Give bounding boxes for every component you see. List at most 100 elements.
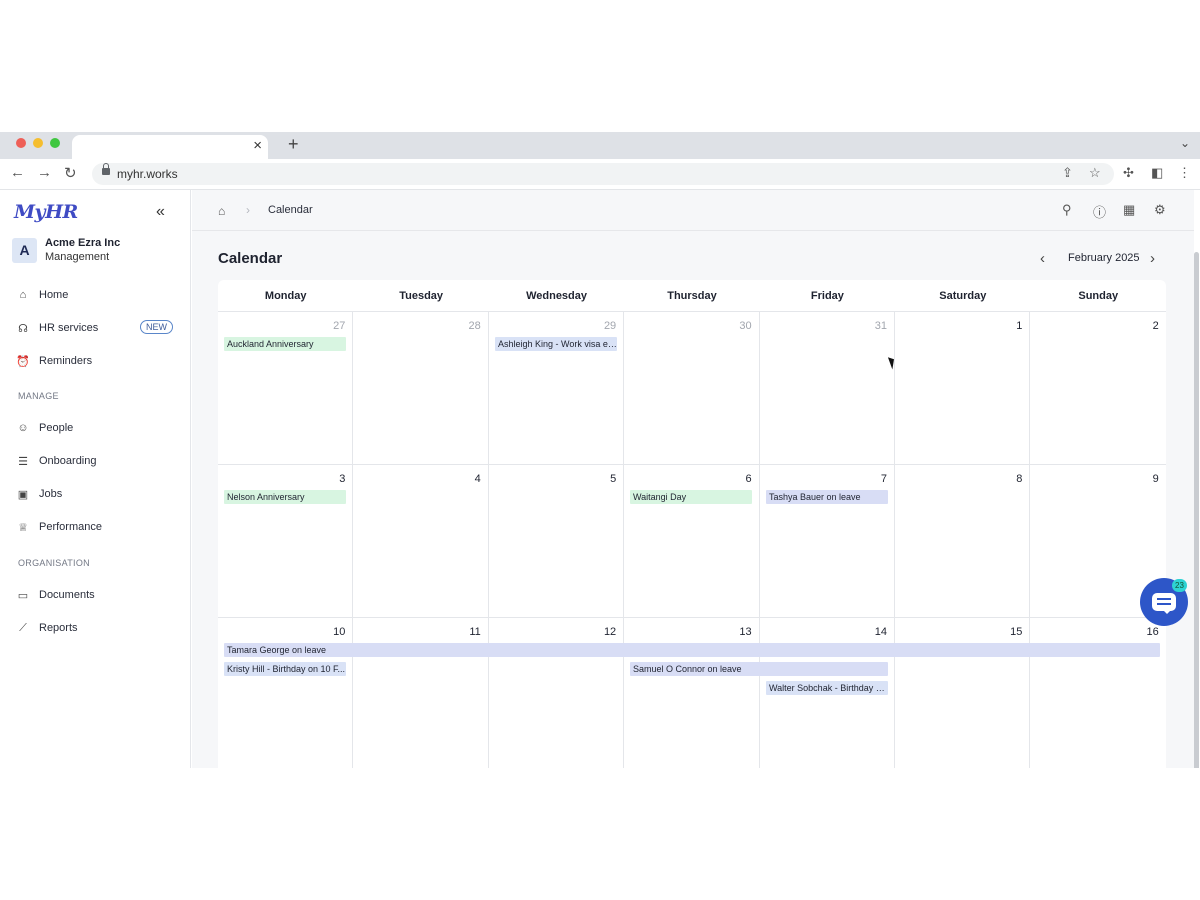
scrollbar-thumb[interactable] <box>1194 252 1199 768</box>
day-cell[interactable]: 10 <box>218 618 354 768</box>
day-cell[interactable]: 13 <box>624 618 760 768</box>
day-cell[interactable]: 15 <box>895 618 1031 768</box>
myhr-logo[interactable]: MyHR <box>14 201 78 223</box>
reload-icon[interactable]: ↻ <box>64 164 77 182</box>
calendar-icon[interactable]: ▦ <box>1123 202 1135 218</box>
day-cell[interactable]: 4 <box>353 465 489 618</box>
day-cell[interactable]: 5 <box>489 465 625 618</box>
side-panel-icon[interactable]: ◧ <box>1151 165 1163 181</box>
folder-icon: ▭ <box>17 589 29 602</box>
day-number: 4 <box>474 473 481 485</box>
calendar-week: 27 28 29 30 31 1 2 Auckland Anniversary … <box>218 312 1166 465</box>
alarm-clock-icon: ⏰ <box>16 355 30 368</box>
day-cell[interactable]: 31 <box>760 312 895 465</box>
help-icon[interactable]: ⓘ <box>1093 202 1106 221</box>
weekday-header: Thursday <box>667 290 717 302</box>
sidebar: MyHR « A Acme Ezra Inc Management ⌂ Home… <box>0 190 191 768</box>
day-number: 31 <box>874 320 887 332</box>
org-switcher[interactable]: A Acme Ezra Inc Management <box>12 237 120 263</box>
event-tamara-george-leave[interactable]: Tamara George on leave <box>224 643 1160 657</box>
window-controls <box>16 138 60 148</box>
sidebar-item-label: Home <box>39 289 69 301</box>
day-cell[interactable]: 3 <box>218 465 354 618</box>
day-cell[interactable]: 28 <box>353 312 489 465</box>
day-cell[interactable]: 1 <box>895 312 1031 465</box>
event-kristy-hill-birthday[interactable]: Kristy Hill - Birthday on 10 F... <box>224 662 346 676</box>
event-nelson-anniversary[interactable]: Nelson Anniversary <box>224 490 346 504</box>
day-number: 1 <box>1016 320 1023 332</box>
day-number: 15 <box>1010 626 1023 638</box>
top-bar: ⌂ › Calendar ⚲ ⓘ ▦ ⚙ <box>192 190 1194 231</box>
day-cell[interactable]: 27 <box>218 312 354 465</box>
share-icon[interactable]: ⇪ <box>1062 165 1073 181</box>
day-number: 12 <box>603 626 617 638</box>
previous-month-icon[interactable]: ‹ <box>1040 250 1045 267</box>
bookmark-star-icon[interactable]: ☆ <box>1089 165 1101 181</box>
maximize-window-button[interactable] <box>50 138 60 148</box>
calendar-week: 3 4 5 6 7 8 9 Nelson Anniversary Waitang… <box>218 465 1166 618</box>
sidebar-item-home[interactable]: ⌂ Home <box>17 285 177 305</box>
day-cell[interactable]: 2 <box>1030 312 1165 465</box>
minimize-window-button[interactable] <box>33 138 43 148</box>
close-window-button[interactable] <box>16 138 26 148</box>
new-tab-icon[interactable]: + <box>288 134 299 155</box>
sidebar-item-onboarding[interactable]: ☰ Onboarding <box>17 451 177 471</box>
day-number: 11 <box>469 626 481 638</box>
day-number: 10 <box>333 626 346 638</box>
sidebar-item-jobs[interactable]: ▣ Jobs <box>17 484 177 504</box>
day-number: 30 <box>739 320 752 332</box>
event-walter-sobchak-birthday[interactable]: Walter Sobchak - Birthday o... <box>766 681 888 695</box>
day-cell[interactable]: 16 <box>1030 618 1165 768</box>
breadcrumb-separator-icon: › <box>246 203 250 217</box>
breadcrumb-home-icon[interactable]: ⌂ <box>218 204 225 218</box>
page-scrollbar[interactable] <box>1194 248 1200 768</box>
weekday-header: Monday <box>264 290 307 302</box>
close-tab-icon[interactable]: × <box>253 137 262 154</box>
event-auckland-anniversary[interactable]: Auckland Anniversary <box>224 337 346 351</box>
event-ashleigh-king-visa[interactable]: Ashleigh King - Work visa ex... <box>495 337 617 351</box>
day-cell[interactable]: 6 <box>624 465 760 618</box>
myhr-app: MyHR « A Acme Ezra Inc Management ⌂ Home… <box>0 190 1200 768</box>
event-tashya-bauer-leave[interactable]: Tashya Bauer on leave <box>766 490 888 504</box>
day-cell[interactable]: 29 <box>489 312 625 465</box>
next-month-icon[interactable]: › <box>1150 250 1155 267</box>
day-cell[interactable]: 11 <box>353 618 489 768</box>
sidebar-item-hr-services[interactable]: ☊ HR services NEW <box>17 318 177 338</box>
event-samuel-oconnor-leave[interactable]: Samuel O Connor on leave <box>630 662 888 676</box>
org-avatar: A <box>12 237 37 263</box>
day-cell[interactable]: 30 <box>624 312 760 465</box>
page-title: Calendar <box>218 250 283 267</box>
tab-search-chevron-icon[interactable]: ⌄ <box>1180 136 1190 150</box>
chat-launcher-button[interactable]: 23 <box>1140 578 1188 626</box>
collapse-sidebar-icon[interactable]: « <box>156 203 165 221</box>
calendar-week: 10 11 12 13 14 15 16 Tamara George on le… <box>218 618 1166 768</box>
sidebar-item-reports[interactable]: ⟋ Reports <box>17 618 177 638</box>
sidebar-item-reminders[interactable]: ⏰ Reminders <box>16 351 177 371</box>
day-number: 29 <box>603 320 617 332</box>
trophy-icon: ♕ <box>18 521 28 534</box>
settings-gear-icon[interactable]: ⚙ <box>1154 202 1166 218</box>
event-waitangi-day[interactable]: Waitangi Day <box>630 490 752 504</box>
breadcrumb-current: Calendar <box>268 204 313 216</box>
browser-tab[interactable]: × <box>72 135 268 159</box>
day-cell[interactable]: 7 <box>760 465 895 618</box>
url-text: myhr.works <box>117 167 178 181</box>
search-icon[interactable]: ⚲ <box>1062 202 1072 218</box>
sidebar-item-people[interactable]: ☺ People <box>17 418 177 438</box>
day-number: 2 <box>1152 320 1159 332</box>
tab-strip: × + ⌄ <box>0 132 1200 159</box>
checklist-icon: ☰ <box>18 455 28 468</box>
sidebar-item-documents[interactable]: ▭ Documents <box>17 585 177 605</box>
sidebar-item-label: Onboarding <box>39 455 97 467</box>
briefcase-icon: ▣ <box>17 488 29 501</box>
day-cell[interactable]: 8 <box>895 465 1031 618</box>
address-bar[interactable]: myhr.works <box>92 163 1114 185</box>
day-cell[interactable]: 12 <box>489 618 625 768</box>
sidebar-item-performance[interactable]: ♕ Performance <box>17 517 177 537</box>
browser-menu-icon[interactable]: ⋮ <box>1178 165 1191 181</box>
sidebar-item-label: People <box>39 422 74 434</box>
extensions-icon[interactable]: ✣ <box>1123 165 1134 181</box>
forward-icon[interactable]: → <box>37 164 52 181</box>
back-icon[interactable]: ← <box>10 164 25 181</box>
headset-icon: ☊ <box>18 322 28 335</box>
